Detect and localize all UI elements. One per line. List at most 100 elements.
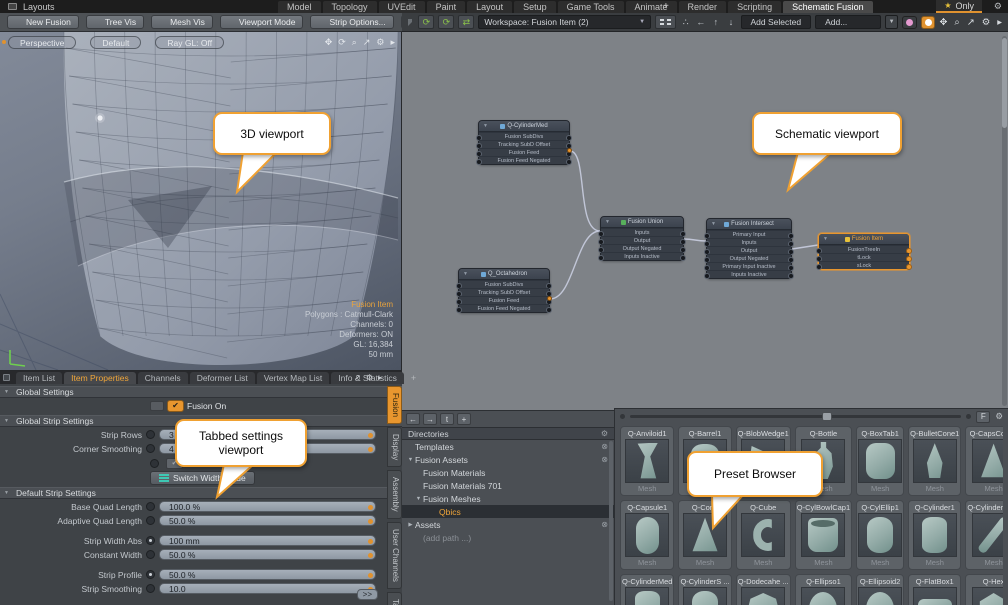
- refresh-icon[interactable]: ⟳: [438, 15, 454, 29]
- port-highlight[interactable]: [567, 148, 572, 153]
- add-node-icon[interactable]: ⟳: [418, 15, 434, 29]
- gear-icon[interactable]: ⚙: [366, 373, 373, 382]
- side-tab[interactable]: Fusion: [387, 386, 402, 424]
- gear-icon[interactable]: ⚙: [982, 17, 991, 28]
- directory-row[interactable]: Qbics ⊗: [402, 505, 614, 518]
- schematic-node[interactable]: ▼ Fusion Union InputsOutputOutput Negate…: [600, 216, 684, 261]
- preset-tile[interactable]: Q-CylinderMed Mesh: [620, 574, 674, 605]
- node-port-row[interactable]: Inputs: [601, 228, 683, 236]
- collapse-icon[interactable]: ▼: [4, 490, 9, 496]
- node-port-row[interactable]: Fusion Feed Negated: [459, 304, 549, 312]
- rotate-icon[interactable]: ⟳: [338, 37, 346, 48]
- zoom-icon[interactable]: ⌕: [352, 37, 357, 48]
- toolbar-button[interactable]: New Fusion: [7, 15, 79, 29]
- preset-tile[interactable]: Q-CylinderS ... Mesh: [678, 574, 731, 605]
- expand-icon[interactable]: ↗: [967, 17, 975, 28]
- value-slider[interactable]: 50.0 %: [159, 569, 376, 580]
- gear-icon[interactable]: ⚙: [995, 411, 1003, 422]
- directory-row[interactable]: Fusion Materials 701 ⊗: [402, 479, 614, 492]
- channel-slot[interactable]: [150, 401, 164, 411]
- side-tab[interactable]: Tags: [387, 592, 402, 605]
- preset-tile[interactable]: Q-CylBowlCap1 Mesh: [795, 500, 852, 570]
- node-port-row[interactable]: Output: [601, 236, 683, 244]
- preset-tile[interactable]: Q-Ellipso1 Mesh: [795, 574, 852, 605]
- layout-tab[interactable]: Setup: [514, 1, 556, 13]
- radio-toggle[interactable]: [146, 516, 155, 525]
- panel-corner-icon[interactable]: [3, 374, 10, 381]
- directory-row[interactable]: (add path ...) ⊗: [402, 531, 614, 544]
- radio-toggle[interactable]: [150, 459, 159, 468]
- gear-icon[interactable]: ⚙: [376, 37, 384, 48]
- toolbar-button[interactable]: Tree Vis: [86, 15, 144, 29]
- directory-tool-button[interactable]: +: [457, 413, 471, 425]
- node-port-row[interactable]: Fusion Feed: [459, 296, 549, 304]
- node-port-row[interactable]: Inputs: [707, 238, 791, 246]
- node-port-row[interactable]: Primary Input: [707, 230, 791, 238]
- preset-tile[interactable]: Q-Ellipsoid2 Mesh: [856, 574, 904, 605]
- preset-tile[interactable]: Q-CapsCone1 Mesh: [965, 426, 1003, 496]
- toolbar-button[interactable]: Viewport Mode: [220, 15, 304, 29]
- properties-tab[interactable]: Channels: [138, 372, 188, 384]
- layout-tab[interactable]: Game Tools: [558, 1, 624, 13]
- node-header[interactable]: ▼ Fusion Intersect: [707, 219, 791, 230]
- caret-icon[interactable]: ▼: [414, 496, 423, 502]
- node-port-row[interactable]: FusionTreeIn: [819, 245, 909, 253]
- node-port-row[interactable]: sLock: [819, 261, 909, 269]
- radio-toggle[interactable]: [146, 584, 155, 593]
- filter-button[interactable]: F: [976, 411, 990, 423]
- slider-handle[interactable]: [822, 412, 832, 421]
- side-tab[interactable]: Assembly: [387, 470, 402, 519]
- preset-tile[interactable]: Q-BoxTab1 Mesh: [856, 426, 904, 496]
- preset-tile[interactable]: Q-CylEllip1 Mesh: [856, 500, 904, 570]
- properties-tab[interactable]: Deformer List: [190, 372, 255, 384]
- layout-grid-button[interactable]: [655, 15, 676, 29]
- value-slider[interactable]: 50.0 %: [159, 515, 376, 526]
- directories-scrollbar[interactable]: [609, 441, 613, 601]
- app-icon[interactable]: [8, 3, 17, 10]
- remove-icon[interactable]: ⊗: [601, 520, 608, 529]
- properties-tab[interactable]: Vertex Map List: [257, 372, 330, 384]
- viewport-header-button[interactable]: Ray GL: Off: [155, 36, 224, 49]
- schematic-node-selected[interactable]: ▼ Fusion Item FusionTreeIntLocksLock: [818, 233, 910, 270]
- swap-icon[interactable]: ⇄: [458, 15, 474, 29]
- section-header[interactable]: ▼ Default Strip Settings: [0, 487, 402, 499]
- layout-tab[interactable]: Schematic Fusion: [783, 1, 873, 13]
- viewport-handle-icon[interactable]: [2, 40, 6, 44]
- node-port-row[interactable]: Tracking SubD Offset: [459, 288, 549, 296]
- node-port-row[interactable]: Fusion SubDivs: [459, 280, 549, 288]
- pan-icon[interactable]: ✥: [939, 17, 947, 28]
- fusion-on-checkbox[interactable]: ✔: [167, 400, 184, 412]
- preset-tile[interactable]: Q-Anviloid1 Mesh: [620, 426, 674, 496]
- radio-toggle[interactable]: [146, 430, 155, 439]
- node-port-row[interactable]: Fusion Feed: [479, 148, 569, 156]
- directory-row[interactable]: ▼ Fusion Meshes ⊗: [402, 492, 614, 505]
- schematic-viewport[interactable]: ▼ Q-CylinderMed Fusion SubDivsTracking S…: [402, 32, 1008, 410]
- node-port-row[interactable]: Output Negated: [707, 254, 791, 262]
- gear-icon[interactable]: ⚙: [601, 429, 608, 438]
- layout-tab[interactable]: Layout: [467, 1, 512, 13]
- directories-header[interactable]: Directories ⚙: [402, 427, 614, 440]
- directory-row[interactable]: ▼ Fusion Assets ⊗: [402, 453, 614, 466]
- schematic-node[interactable]: ▼ Q_Octahedron Fusion SubDivsTracking Su…: [458, 268, 550, 313]
- node-port-row[interactable]: Fusion SubDivs: [479, 132, 569, 140]
- toolbar-button[interactable]: Strip Options...: [310, 15, 393, 29]
- value-slider[interactable]: 50.0 %: [159, 549, 376, 560]
- directory-tool-button[interactable]: t: [440, 413, 454, 425]
- caret-icon[interactable]: ▶: [406, 522, 415, 528]
- node-header[interactable]: ▼ Fusion Item: [819, 234, 909, 245]
- preset-tile[interactable]: Q-CylinderLong Mesh: [965, 500, 1003, 570]
- radio-toggle[interactable]: [146, 550, 155, 559]
- arrow-left-icon[interactable]: ←: [695, 15, 706, 29]
- viewport-header-button[interactable]: Perspective: [8, 36, 76, 49]
- panel-corner-icon[interactable]: [408, 19, 414, 26]
- preset-tile[interactable]: Q-BulletCone1 Mesh: [908, 426, 961, 496]
- directory-row[interactable]: Templates ⊗: [402, 440, 614, 453]
- pan-icon[interactable]: ✥: [325, 37, 333, 48]
- remove-icon[interactable]: ⊗: [601, 442, 608, 451]
- workspace-dropdown[interactable]: Workspace: Fusion Item (2) ▼: [478, 15, 651, 29]
- collapse-icon[interactable]: ▼: [4, 418, 9, 424]
- remove-icon[interactable]: ⊗: [601, 455, 608, 464]
- radio-toggle[interactable]: [146, 444, 155, 453]
- add-layout-tab-button[interactable]: +: [656, 1, 676, 13]
- directory-tool-button[interactable]: →: [423, 413, 437, 425]
